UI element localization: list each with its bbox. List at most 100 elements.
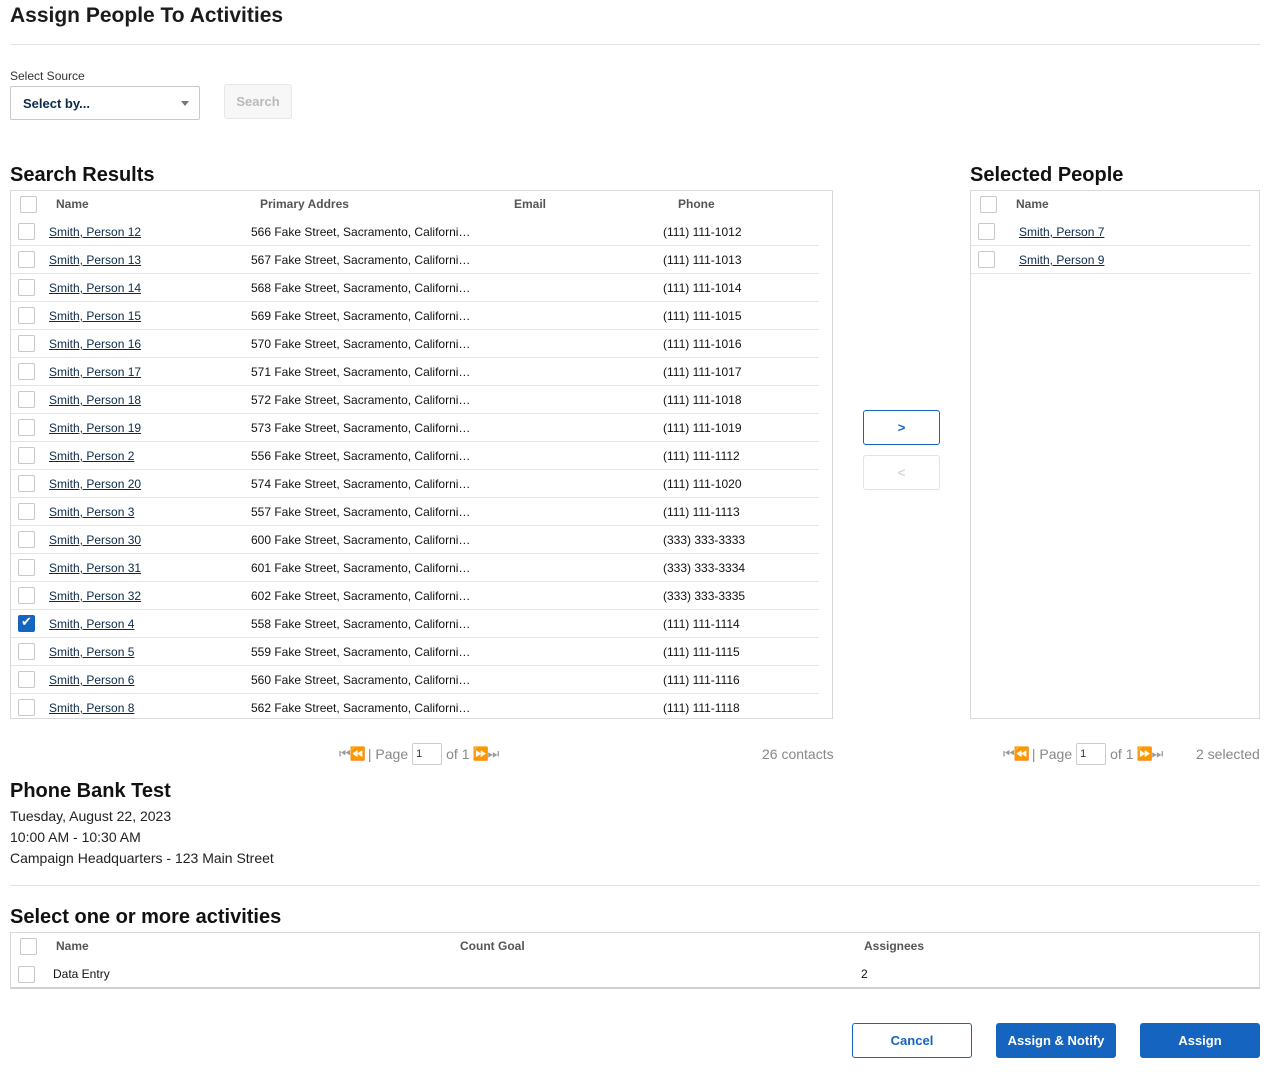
person-name-link[interactable]: Smith, Person 9 <box>1019 253 1104 267</box>
row-checkbox[interactable] <box>18 966 35 983</box>
table-row[interactable]: Smith, Person 31 601 Fake Street, Sacrame… <box>11 554 819 582</box>
table-row[interactable]: Smith, Person 19 573 Fake Street, Sacrame… <box>11 414 819 442</box>
row-checkbox[interactable] <box>18 391 35 408</box>
column-header-email[interactable]: Email <box>514 197 546 211</box>
table-row[interactable]: Smith, Person 12 566 Fake Street, Sacrame… <box>11 218 819 246</box>
table-row[interactable]: Smith, Person 7 <box>971 218 1251 246</box>
row-checkbox[interactable] <box>18 643 35 660</box>
person-name-link[interactable]: Smith, Person 4 <box>49 617 134 631</box>
person-name-link[interactable]: Smith, Person 18 <box>49 393 141 407</box>
page-number-input[interactable] <box>412 743 443 765</box>
person-phone: (111) 111-1113 <box>663 505 740 519</box>
table-row[interactable]: Smith, Person 3 557 Fake Street, Sacramen… <box>11 498 819 526</box>
column-header-count-goal[interactable]: Count Goal <box>460 939 525 953</box>
person-address: 556 Fake Street, Sacramento, Californi… <box>251 449 471 463</box>
row-checkbox[interactable] <box>18 251 35 268</box>
row-checkbox[interactable] <box>18 615 35 632</box>
person-name-link[interactable]: Smith, Person 8 <box>49 701 134 715</box>
row-checkbox[interactable] <box>18 671 35 688</box>
row-checkbox[interactable] <box>18 447 35 464</box>
first-page-icon[interactable]: ⏮ <box>339 747 351 762</box>
table-row[interactable]: Smith, Person 13 567 Fake Street, Sacrame… <box>11 246 819 274</box>
assign-button[interactable]: Assign <box>1140 1023 1260 1058</box>
table-row[interactable]: Smith, Person 5 559 Fake Street, Sacramen… <box>11 638 819 666</box>
search-button[interactable]: Search <box>224 84 292 119</box>
table-row[interactable]: Smith, Person 32 602 Fake Street, Sacrame… <box>11 582 819 610</box>
row-checkbox[interactable] <box>18 531 35 548</box>
table-row[interactable]: Smith, Person 8 562 Fake Street, Sacramen… <box>11 694 819 718</box>
results-count: 26 contacts <box>762 746 834 762</box>
table-row[interactable]: Data Entry 2 <box>11 960 1259 987</box>
table-row[interactable]: Smith, Person 15 569 Fake Street, Sacrame… <box>11 302 819 330</box>
table-row[interactable]: Smith, Person 6 560 Fake Street, Sacramen… <box>11 666 819 694</box>
person-phone: (111) 111-1012 <box>663 225 742 239</box>
table-row[interactable]: Smith, Person 17 571 Fake Street, Sacrame… <box>11 358 819 386</box>
person-address: 602 Fake Street, Sacramento, Californi… <box>251 589 471 603</box>
row-checkbox[interactable] <box>18 223 35 240</box>
last-page-icon[interactable]: ⏭ <box>1152 747 1164 762</box>
row-checkbox[interactable] <box>18 699 35 716</box>
page-label: | Page <box>1031 746 1073 762</box>
next-page-icon[interactable]: ⏩ <box>472 747 488 762</box>
table-row[interactable]: Smith, Person 9 <box>971 246 1251 274</box>
row-checkbox[interactable] <box>18 363 35 380</box>
column-header-name[interactable]: Name <box>1016 197 1049 211</box>
column-header-assignees[interactable]: Assignees <box>864 939 924 953</box>
person-name-link[interactable]: Smith, Person 17 <box>49 365 141 379</box>
person-name-link[interactable]: Smith, Person 6 <box>49 673 134 687</box>
row-checkbox[interactable] <box>978 223 995 240</box>
row-checkbox[interactable] <box>18 559 35 576</box>
remove-from-selected-button[interactable]: < <box>863 455 940 490</box>
table-row[interactable]: Smith, Person 14 568 Fake Street, Sacrame… <box>11 274 819 302</box>
person-phone: (111) 111-1115 <box>663 645 740 659</box>
prev-page-icon[interactable]: ⏪ <box>1014 747 1030 762</box>
person-name-link[interactable]: Smith, Person 14 <box>49 281 141 295</box>
person-name-link[interactable]: Smith, Person 3 <box>49 505 134 519</box>
row-checkbox[interactable] <box>18 279 35 296</box>
person-name-link[interactable]: Smith, Person 16 <box>49 337 141 351</box>
table-row[interactable]: Smith, Person 20 574 Fake Street, Sacrame… <box>11 470 819 498</box>
select-all-checkbox[interactable] <box>20 938 37 955</box>
next-page-icon[interactable]: ⏩ <box>1136 747 1152 762</box>
last-page-icon[interactable]: ⏭ <box>488 747 500 762</box>
cancel-button[interactable]: Cancel <box>852 1023 972 1058</box>
select-source-label: Select Source <box>10 69 85 83</box>
row-checkbox[interactable] <box>18 475 35 492</box>
person-name-link[interactable]: Smith, Person 15 <box>49 309 141 323</box>
column-header-name[interactable]: Name <box>56 197 89 211</box>
person-name-link[interactable]: Smith, Person 5 <box>49 645 134 659</box>
select-all-checkbox[interactable] <box>20 196 37 213</box>
select-source-dropdown[interactable]: Select by... <box>10 86 200 120</box>
row-checkbox[interactable] <box>18 587 35 604</box>
person-name-link[interactable]: Smith, Person 20 <box>49 477 141 491</box>
row-checkbox[interactable] <box>18 419 35 436</box>
row-checkbox[interactable] <box>18 307 35 324</box>
person-name-link[interactable]: Smith, Person 30 <box>49 533 141 547</box>
person-name-link[interactable]: Smith, Person 13 <box>49 253 141 267</box>
person-name-link[interactable]: Smith, Person 7 <box>1019 225 1104 239</box>
table-row[interactable]: Smith, Person 30 600 Fake Street, Sacrame… <box>11 526 819 554</box>
column-header-address[interactable]: Primary Addres <box>260 197 349 211</box>
person-name-link[interactable]: Smith, Person 12 <box>49 225 141 239</box>
person-name-link[interactable]: Smith, Person 2 <box>49 449 134 463</box>
person-name-link[interactable]: Smith, Person 31 <box>49 561 141 575</box>
prev-page-icon[interactable]: ⏪ <box>350 747 366 762</box>
table-row[interactable]: Smith, Person 16 570 Fake Street, Sacrame… <box>11 330 819 358</box>
row-checkbox[interactable] <box>18 335 35 352</box>
divider <box>10 885 1260 886</box>
assign-and-notify-button[interactable]: Assign & Notify <box>996 1023 1116 1058</box>
column-header-phone[interactable]: Phone <box>678 197 715 211</box>
person-name-link[interactable]: Smith, Person 32 <box>49 589 141 603</box>
person-name-link[interactable]: Smith, Person 19 <box>49 421 141 435</box>
table-row[interactable]: Smith, Person 4 558 Fake Street, Sacramen… <box>11 610 819 638</box>
select-all-checkbox[interactable] <box>980 196 997 213</box>
row-checkbox[interactable] <box>978 251 995 268</box>
page-number-input[interactable] <box>1076 743 1107 765</box>
column-header-name[interactable]: Name <box>56 939 89 953</box>
table-row[interactable]: Smith, Person 2 556 Fake Street, Sacramen… <box>11 442 819 470</box>
row-checkbox[interactable] <box>18 503 35 520</box>
add-to-selected-button[interactable]: > <box>863 410 940 445</box>
table-row[interactable]: Smith, Person 18 572 Fake Street, Sacrame… <box>11 386 819 414</box>
person-phone: (111) 111-1019 <box>663 421 742 435</box>
first-page-icon[interactable]: ⏮ <box>1003 747 1015 762</box>
